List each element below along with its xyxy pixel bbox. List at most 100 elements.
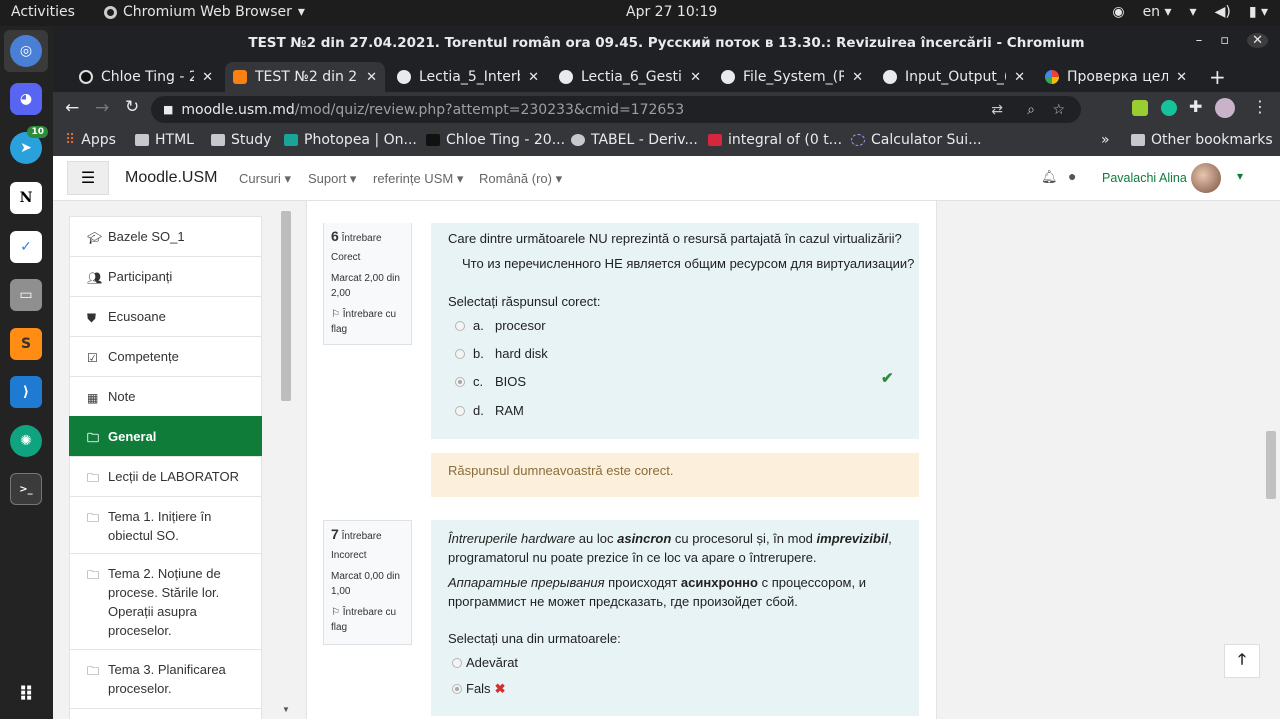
forward-icon[interactable]: →	[95, 98, 109, 118]
nav-item-note[interactable]: ▦ Note	[69, 376, 262, 417]
bookmark-tabel[interactable]: TABEL - Deriv...	[571, 132, 698, 148]
bookmark-calculator[interactable]: Calculator Sui...	[851, 132, 982, 148]
user-name[interactable]: Pavalachi Alina	[1102, 171, 1187, 185]
minimize-button[interactable]: –	[1196, 33, 1203, 48]
close-tab-icon[interactable]: ✕	[852, 70, 863, 85]
bookmark-study[interactable]: Study	[211, 132, 271, 148]
close-tab-icon[interactable]: ✕	[1176, 70, 1187, 85]
nav-item-participanti[interactable]: 👥︎ Participanți	[69, 256, 262, 297]
zoom-icon[interactable]: ⌕	[1027, 102, 1035, 118]
option-c[interactable]: c. BIOS	[455, 374, 526, 389]
messages-icon[interactable]: ●	[1068, 168, 1076, 184]
other-bookmarks[interactable]: Other bookmarks	[1131, 132, 1273, 148]
vscode-dock-icon[interactable]: ⟩	[10, 376, 42, 408]
more-menu-icon[interactable]: ⋮	[1252, 97, 1268, 116]
option-b[interactable]: b. hard disk	[455, 346, 548, 361]
nav-item-course[interactable]: 🎓︎ Bazele SO_1	[69, 216, 262, 257]
tab-test[interactable]: TEST №2 din 27.✕	[225, 62, 385, 92]
address-bar[interactable]: ■ moodle.usm.md/mod/quiz/review.php?atte…	[151, 96, 1081, 123]
back-to-top-button[interactable]: 🡑	[1224, 644, 1260, 678]
drawer-scrollbar[interactable]	[281, 211, 291, 401]
radio-button-selected[interactable]	[452, 683, 462, 694]
user-avatar[interactable]	[1191, 163, 1221, 193]
page-scrollbar[interactable]	[1266, 431, 1276, 499]
bookmark-html[interactable]: HTML	[135, 132, 194, 148]
menu-language[interactable]: Română (ro) ▾	[479, 171, 562, 187]
option-a[interactable]: a. procesor	[455, 318, 546, 333]
notifications-bell-icon[interactable]: 🔔︎	[1041, 169, 1058, 185]
menu-suport[interactable]: Suport ▾	[308, 171, 356, 187]
user-menu-caret-icon[interactable]: ▾	[1237, 169, 1243, 183]
close-window-button[interactable]: ✕	[1247, 33, 1268, 48]
reload-icon[interactable]: ↻	[125, 97, 139, 117]
maximize-button[interactable]: ▫	[1220, 33, 1229, 48]
tab-lectia-6[interactable]: Lectia_6_Gestiu ✕	[551, 62, 709, 92]
close-tab-icon[interactable]: ✕	[366, 70, 377, 85]
terminal-dock-icon[interactable]: >_	[10, 473, 42, 505]
bookmark-integral[interactable]: integral of (0 t...	[708, 132, 842, 148]
files-dock-icon[interactable]: ▭	[10, 279, 42, 311]
chromium-dock-icon[interactable]: ◎	[10, 35, 42, 67]
tab-proverka[interactable]: Проверка цело ✕	[1037, 62, 1195, 92]
tab-input-output[interactable]: Input_Output_(✕	[875, 62, 1033, 92]
radio-button[interactable]	[455, 405, 465, 416]
close-tab-icon[interactable]: ✕	[690, 70, 701, 85]
discord-dock-icon[interactable]: ◕	[10, 83, 42, 115]
chatgpt-dock-icon[interactable]: ✺	[10, 425, 42, 457]
language-indicator[interactable]: en ▾	[1143, 4, 1172, 20]
nav-item-ecusoane[interactable]: ⛊ Ecusoane	[69, 296, 262, 337]
star-icon[interactable]: ☆	[1052, 102, 1065, 118]
system-tray[interactable]: ◉ en ▾ ▾ ◀) ▮ ▾	[1112, 4, 1268, 20]
app-menu[interactable]: Chromium Web Browser ▾	[104, 4, 305, 20]
option-fals[interactable]: Fals ✖	[452, 679, 505, 698]
telegram-badge: 10	[27, 126, 48, 138]
nav-item-tema-3[interactable]: 🗀︎ Tema 3. Planificarea proceselor.	[69, 649, 262, 709]
radio-button[interactable]	[452, 657, 462, 668]
extensions-puzzle-icon[interactable]: ✚	[1189, 97, 1202, 116]
close-tab-icon[interactable]: ✕	[202, 70, 213, 85]
extension-icon[interactable]	[1132, 100, 1148, 116]
menu-cursuri[interactable]: Cursuri ▾	[239, 171, 291, 187]
tab-chloe-ting[interactable]: Chloe Ting - 202✕	[71, 62, 221, 92]
activities-button[interactable]: Activities	[11, 4, 75, 20]
tab-file-system[interactable]: File_System_(Ro✕	[713, 62, 871, 92]
radio-button[interactable]	[455, 348, 465, 359]
notion-dock-icon[interactable]: N	[10, 182, 42, 214]
option-adevarat[interactable]: Adevărat	[452, 653, 518, 672]
radio-button[interactable]	[455, 320, 465, 331]
show-apps-icon[interactable]: ⠿	[10, 678, 42, 710]
option-d[interactable]: d. RAM	[455, 403, 524, 418]
translate-icon[interactable]: ⇄	[991, 102, 1003, 118]
folder-icon: 🗀︎	[87, 568, 100, 582]
question-6-content: Care dintre următoarele NU reprezintă o …	[431, 223, 919, 439]
scroll-down-arrow-icon[interactable]: ▼	[282, 705, 290, 714]
clock[interactable]: Apr 27 10:19	[626, 4, 717, 20]
nav-item-tema-1[interactable]: 🗀︎ Tema 1. Inițiere în obiectul SO.	[69, 496, 262, 554]
bookmark-chloe-ting[interactable]: Chloe Ting - 20...	[426, 132, 565, 148]
close-tab-icon[interactable]: ✕	[528, 70, 539, 85]
tab-lectia-5[interactable]: Lectia_5_Interb ✕	[389, 62, 547, 92]
site-brand[interactable]: Moodle.USM	[125, 169, 217, 187]
sublime-dock-icon[interactable]: S	[10, 328, 42, 360]
radio-button-selected[interactable]	[455, 376, 465, 387]
nav-item-next[interactable]	[69, 708, 262, 719]
new-tab-button[interactable]: +	[1201, 62, 1231, 92]
grammarly-icon[interactable]	[1161, 100, 1177, 116]
nav-item-general[interactable]: 🗀︎ General	[69, 416, 262, 457]
bookmark-apps[interactable]: ⠿ Apps	[65, 132, 116, 148]
flag-question-link[interactable]: ⚐ Întrebare cu flag	[331, 307, 404, 337]
back-icon[interactable]: ←	[65, 98, 79, 118]
nav-item-competente[interactable]: ☑ Competențe	[69, 336, 262, 377]
telegram-dock-icon[interactable]: ➤ 10	[10, 126, 48, 164]
nav-item-tema-2[interactable]: 🗀︎ Tema 2. Noțiune de procese. Stările lo…	[69, 553, 262, 650]
flag-question-link[interactable]: ⚐ Întrebare cu flag	[331, 605, 404, 635]
bookmarks-overflow[interactable]: »	[1101, 132, 1110, 148]
drawer-toggle-button[interactable]: ☰	[67, 161, 109, 195]
question-7-info: 7 Întrebare Incorect Marcat 0,00 din 1,0…	[323, 520, 412, 645]
close-tab-icon[interactable]: ✕	[1014, 70, 1025, 85]
tasks-dock-icon[interactable]: ✓	[10, 231, 42, 263]
menu-referinte[interactable]: referințe USM ▾	[373, 171, 463, 187]
profile-avatar[interactable]	[1215, 98, 1235, 118]
nav-item-laborator[interactable]: 🗀︎ Lecții de LABORATOR	[69, 456, 262, 497]
bookmark-photopea[interactable]: Photopea | On...	[284, 132, 417, 148]
